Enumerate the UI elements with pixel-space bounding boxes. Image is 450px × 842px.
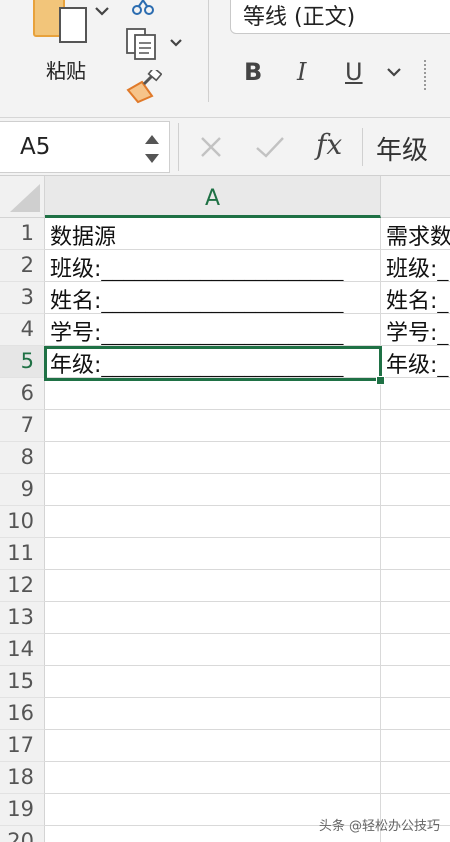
cell-b10[interactable] xyxy=(381,506,450,538)
cell-b16[interactable] xyxy=(381,698,450,730)
cell-a11[interactable] xyxy=(45,538,381,570)
spreadsheet-grid: A 1 2 3 4 5 6 7 8 9 10 11 12 13 14 15 16… xyxy=(0,176,450,842)
row-header-active[interactable]: 5 xyxy=(0,346,45,378)
row-header[interactable]: 2 xyxy=(0,250,45,282)
row-header[interactable]: 7 xyxy=(0,410,45,442)
name-box[interactable]: A5 xyxy=(0,121,170,173)
cell-a6[interactable] xyxy=(45,378,381,410)
cell-a15[interactable] xyxy=(45,666,381,698)
cell-a3[interactable]: 姓名:______________________ xyxy=(45,282,381,314)
formula-input[interactable]: 年级 xyxy=(376,130,428,167)
formula-separator-2 xyxy=(362,128,363,166)
column-header-b[interactable] xyxy=(381,176,450,218)
cell-a14[interactable] xyxy=(45,634,381,666)
ribbon-overflow-divider xyxy=(424,60,426,90)
cell-a5[interactable]: 年级:______________________ xyxy=(45,346,381,378)
row-header[interactable]: 6 xyxy=(0,378,45,410)
cell-a12[interactable] xyxy=(45,570,381,602)
column-header-a[interactable]: A xyxy=(45,176,381,218)
row-header[interactable]: 4 xyxy=(0,314,45,346)
bold-button[interactable]: B xyxy=(244,58,262,86)
row-header[interactable]: 13 xyxy=(0,602,45,634)
cell-b7[interactable] xyxy=(381,410,450,442)
cell-a10[interactable] xyxy=(45,506,381,538)
confirm-icon[interactable] xyxy=(254,134,286,160)
cell-b11[interactable] xyxy=(381,538,450,570)
cell-b15[interactable] xyxy=(381,666,450,698)
cell-b1[interactable]: 需求数 xyxy=(381,218,450,250)
watermark: 头条 @轻松办公技巧 xyxy=(318,819,440,834)
cell-b18[interactable] xyxy=(381,762,450,794)
cancel-icon[interactable] xyxy=(198,134,224,160)
cell-b14[interactable] xyxy=(381,634,450,666)
row-header[interactable]: 17 xyxy=(0,730,45,762)
select-all-icon xyxy=(10,184,40,212)
ribbon: 粘贴 等线 (正文) B I U xyxy=(0,0,450,118)
select-all-corner[interactable] xyxy=(0,176,45,218)
cell-b17[interactable] xyxy=(381,730,450,762)
row-header[interactable]: 14 xyxy=(0,634,45,666)
cell-a1[interactable]: 数据源 xyxy=(45,218,381,250)
row-header[interactable]: 10 xyxy=(0,506,45,538)
cell-b13[interactable] xyxy=(381,602,450,634)
cell-b8[interactable] xyxy=(381,442,450,474)
cell-a2[interactable]: 班级:______________________ xyxy=(45,250,381,282)
name-box-stepper-icon[interactable] xyxy=(143,131,161,167)
copy-icon[interactable] xyxy=(124,26,188,62)
fill-handle[interactable] xyxy=(376,376,385,385)
row-header[interactable]: 1 xyxy=(0,218,45,250)
insert-function-button[interactable]: fx xyxy=(316,128,342,161)
name-box-value: A5 xyxy=(20,134,51,160)
italic-button[interactable]: I xyxy=(297,58,306,86)
paste-label: 粘贴 xyxy=(46,59,86,83)
cell-a18[interactable] xyxy=(45,762,381,794)
cell-b3[interactable]: 姓名:_ xyxy=(381,282,450,314)
formula-bar: A5 fx 年级 xyxy=(0,118,450,176)
row-header[interactable]: 11 xyxy=(0,538,45,570)
cell-a13[interactable] xyxy=(45,602,381,634)
cut-icon[interactable] xyxy=(128,0,158,18)
cell-a17[interactable] xyxy=(45,730,381,762)
row-header[interactable]: 3 xyxy=(0,282,45,314)
cell-a16[interactable] xyxy=(45,698,381,730)
formula-separator xyxy=(178,123,179,171)
cell-b4[interactable]: 学号:_ xyxy=(381,314,450,346)
font-name-select[interactable]: 等线 (正文) xyxy=(230,0,450,34)
cell-b2[interactable]: 班级:_ xyxy=(381,250,450,282)
row-header[interactable]: 15 xyxy=(0,666,45,698)
clipboard-icon xyxy=(33,0,109,43)
cell-a8[interactable] xyxy=(45,442,381,474)
row-header[interactable]: 19 xyxy=(0,794,45,826)
format-painter-icon[interactable] xyxy=(126,70,162,104)
ribbon-separator xyxy=(208,0,209,102)
row-header[interactable]: 12 xyxy=(0,570,45,602)
cell-b6[interactable] xyxy=(381,378,450,410)
underline-button[interactable]: U xyxy=(345,58,363,86)
row-header[interactable]: 8 xyxy=(0,442,45,474)
chevron-down-icon[interactable] xyxy=(386,66,402,78)
row-header[interactable]: 9 xyxy=(0,474,45,506)
cell-b12[interactable] xyxy=(381,570,450,602)
row-header[interactable]: 16 xyxy=(0,698,45,730)
cell-a4[interactable]: 学号:______________________ xyxy=(45,314,381,346)
cell-b5[interactable]: 年级:_ xyxy=(381,346,450,378)
cell-a9[interactable] xyxy=(45,474,381,506)
cell-a7[interactable] xyxy=(45,410,381,442)
row-header[interactable]: 20 xyxy=(0,826,45,842)
row-header[interactable]: 18 xyxy=(0,762,45,794)
cell-b9[interactable] xyxy=(381,474,450,506)
